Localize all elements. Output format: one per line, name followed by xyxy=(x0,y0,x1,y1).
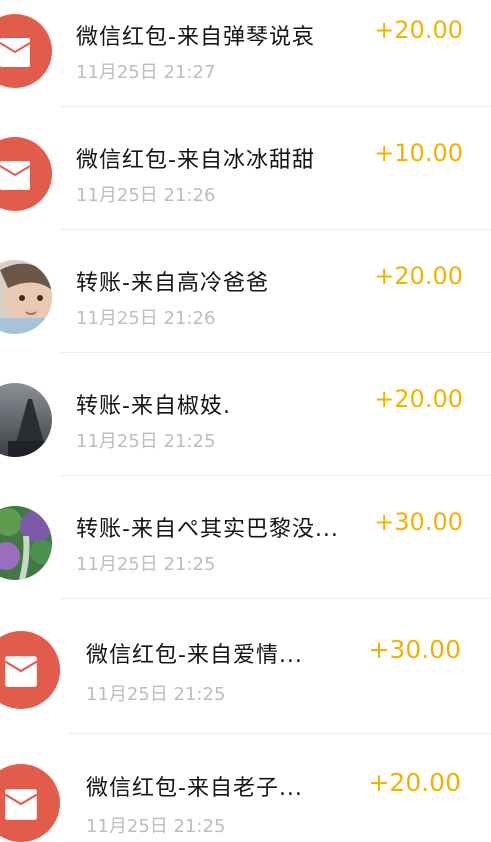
divider xyxy=(60,229,491,230)
record-title: 微信红包-来自爱情... xyxy=(86,643,303,668)
record-title: 微信红包-来自老子... xyxy=(86,776,303,801)
red-envelope-icon xyxy=(0,137,52,211)
divider xyxy=(60,475,491,476)
list-item[interactable]: 微信红包-来自老子... 11月25日 21:25 +20.00 xyxy=(0,748,491,842)
record-time: 11月25日 21:26 xyxy=(76,185,216,206)
red-envelope-icon xyxy=(0,764,60,842)
list-item[interactable]: 转账-来自高冷爸爸 11月25日 21:26 +20.00 xyxy=(0,246,491,369)
list-item[interactable]: 微信红包-来自弹琴说哀 11月25日 21:27 +20.00 xyxy=(0,0,491,123)
divider xyxy=(68,733,491,734)
record-time: 11月25日 21:25 xyxy=(86,684,226,705)
record-amount: +20.00 xyxy=(374,385,463,413)
list-item[interactable]: 转账-来自椒妓. 11月25日 21:25 +20.00 xyxy=(0,369,491,492)
record-title: 微信红包-来自弹琴说哀 xyxy=(76,25,315,50)
garden-avatar xyxy=(0,506,52,580)
list-item[interactable]: 微信红包-来自冰冰甜甜 11月25日 21:26 +10.00 xyxy=(0,123,491,246)
child-avatar xyxy=(0,260,52,334)
record-amount: +30.00 xyxy=(368,635,461,664)
tower-avatar xyxy=(0,383,52,457)
record-time: 11月25日 21:25 xyxy=(76,554,216,575)
record-title: 转账-来自椒妓. xyxy=(76,394,231,419)
divider xyxy=(60,352,491,353)
list-item[interactable]: 微信红包-来自爱情... 11月25日 21:25 +30.00 xyxy=(0,615,491,737)
record-amount: +20.00 xyxy=(368,768,461,797)
list-item[interactable]: 转账-来自ぺ其实巴黎没... 11月25日 21:25 +30.00 xyxy=(0,492,491,615)
record-time: 11月25日 21:27 xyxy=(76,62,216,83)
record-time: 11月25日 21:26 xyxy=(76,308,216,329)
divider xyxy=(60,598,491,599)
red-envelope-icon xyxy=(0,631,60,709)
record-time: 11月25日 21:25 xyxy=(76,431,216,452)
record-amount: +10.00 xyxy=(374,139,463,167)
record-title: 微信红包-来自冰冰甜甜 xyxy=(76,148,315,173)
record-amount: +20.00 xyxy=(374,262,463,290)
record-amount: +30.00 xyxy=(374,508,463,536)
record-title: 转账-来自ぺ其实巴黎没... xyxy=(76,517,339,542)
record-time: 11月25日 21:25 xyxy=(86,816,226,837)
divider xyxy=(60,106,491,107)
red-envelope-icon xyxy=(0,14,52,88)
record-amount: +20.00 xyxy=(374,16,463,44)
record-title: 转账-来自高冷爸爸 xyxy=(76,271,269,296)
